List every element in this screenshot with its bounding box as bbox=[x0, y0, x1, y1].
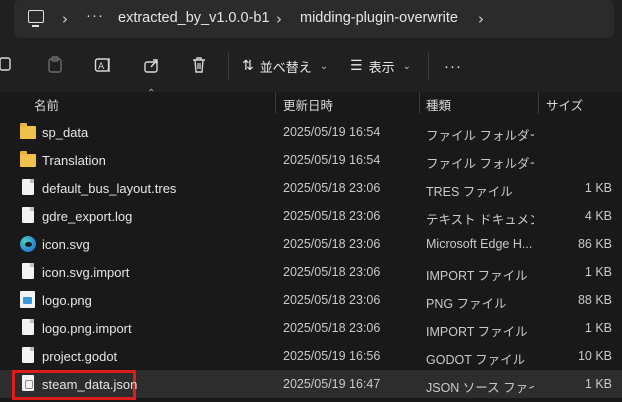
file-list: sp_data 2025/05/19 16:54 ファイル フォルダー Tran… bbox=[0, 118, 622, 400]
delete-icon[interactable] bbox=[190, 56, 208, 74]
file-type: JSON ソース ファイル bbox=[426, 381, 534, 395]
file-size: 1 KB bbox=[584, 377, 612, 391]
file-name: logo.png.import bbox=[42, 321, 132, 336]
file-size: 1 KB bbox=[584, 181, 612, 195]
file-row[interactable]: default_bus_layout.tres 2025/05/18 23:06… bbox=[0, 174, 622, 202]
chevron-down-icon: ⌄ bbox=[319, 60, 329, 72]
file-name: icon.svg bbox=[42, 237, 90, 252]
file-type: TRES ファイル bbox=[426, 185, 513, 199]
sort-label: 並べ替え bbox=[259, 59, 312, 75]
file-name: project.godot bbox=[42, 349, 118, 364]
file-name: gdre_export.log bbox=[42, 209, 133, 224]
file-date: 2025/05/18 23:06 bbox=[283, 293, 381, 307]
json-icon bbox=[20, 375, 36, 393]
view-button[interactable]: ☰ 表示 ⌄ bbox=[350, 56, 411, 76]
file-size: 88 KB bbox=[577, 293, 612, 307]
image-icon bbox=[20, 291, 36, 309]
file-date: 2025/05/19 16:47 bbox=[283, 377, 381, 391]
file-icon bbox=[20, 179, 36, 197]
file-date: 2025/05/18 23:06 bbox=[283, 265, 381, 279]
column-header-name[interactable]: 名前 bbox=[34, 95, 59, 114]
file-size: 10 KB bbox=[577, 349, 612, 363]
file-size: 4 KB bbox=[584, 209, 612, 223]
edge-icon bbox=[20, 235, 36, 253]
toolbar-divider bbox=[228, 52, 229, 80]
file-row[interactable]: logo.png.import 2025/05/18 23:06 IMPORT … bbox=[0, 314, 622, 342]
file-row[interactable]: project.godot 2025/05/19 16:56 GODOT ファイ… bbox=[0, 342, 622, 370]
more-options-button[interactable]: ··· bbox=[444, 56, 462, 76]
file-type: テキスト ドキュメント bbox=[426, 213, 534, 227]
file-date: 2025/05/19 16:56 bbox=[283, 349, 381, 363]
column-header-date[interactable]: 更新日時 bbox=[283, 95, 333, 114]
paste-icon[interactable] bbox=[46, 56, 64, 74]
column-header-type[interactable]: 種類 bbox=[426, 95, 451, 114]
column-header-row: ⌃ 名前 更新日時 種類 サイズ bbox=[0, 88, 622, 114]
file-name: default_bus_layout.tres bbox=[42, 181, 177, 196]
this-pc-icon[interactable] bbox=[28, 10, 44, 27]
file-type: GODOT ファイル bbox=[426, 353, 526, 367]
svg-text:A: A bbox=[98, 62, 105, 72]
share-icon[interactable] bbox=[143, 56, 161, 74]
toolbar-divider bbox=[428, 52, 429, 80]
file-type: ファイル フォルダー bbox=[426, 129, 534, 143]
file-size: 1 KB bbox=[584, 321, 612, 335]
file-type: IMPORT ファイル bbox=[426, 325, 528, 339]
file-date: 2025/05/19 16:54 bbox=[283, 125, 381, 139]
chevron-right-icon[interactable]: › bbox=[276, 10, 282, 28]
file-date: 2025/05/18 23:06 bbox=[283, 321, 381, 335]
view-label: 表示 bbox=[368, 59, 395, 75]
file-name: sp_data bbox=[42, 125, 89, 140]
column-header-size[interactable]: サイズ bbox=[546, 95, 583, 114]
view-icon: ☰ bbox=[350, 58, 363, 74]
command-bar: A ⇅ 並べ替え ⌄ ☰ 表示 ⌄ ··· bbox=[0, 38, 622, 92]
sort-ascending-icon: ⌃ bbox=[147, 88, 156, 99]
sort-button[interactable]: ⇅ 並べ替え ⌄ bbox=[242, 56, 328, 76]
address-bar: › ··· extracted_by_v1.0.0-b1 › midding-p… bbox=[0, 0, 622, 38]
column-divider[interactable] bbox=[275, 92, 276, 114]
sort-icon: ⇅ bbox=[242, 58, 254, 74]
file-row[interactable]: logo.png 2025/05/18 23:06 PNG ファイル 88 KB bbox=[0, 286, 622, 314]
file-type: IMPORT ファイル bbox=[426, 269, 528, 283]
file-row[interactable]: icon.svg 2025/05/18 23:06 Microsoft Edge… bbox=[0, 230, 622, 258]
file-row[interactable]: icon.svg.import 2025/05/18 23:06 IMPORT … bbox=[0, 258, 622, 286]
breadcrumb-overflow-button[interactable]: ··· bbox=[86, 7, 104, 24]
folder-icon bbox=[20, 123, 36, 141]
file-date: 2025/05/18 23:06 bbox=[283, 209, 381, 223]
chevron-right-icon[interactable]: › bbox=[62, 10, 68, 28]
file-type: Microsoft Edge H... bbox=[426, 237, 533, 251]
file-icon bbox=[20, 347, 36, 365]
chevron-down-icon: ⌄ bbox=[402, 60, 411, 72]
file-size: 86 KB bbox=[577, 237, 612, 251]
file-name: steam_data.json bbox=[42, 377, 138, 392]
file-row-selected[interactable]: steam_data.json 2025/05/19 16:47 JSON ソー… bbox=[0, 370, 622, 400]
rename-icon[interactable]: A bbox=[94, 56, 112, 74]
file-name: icon.svg.import bbox=[42, 265, 130, 280]
folder-icon bbox=[20, 151, 36, 169]
file-icon bbox=[20, 319, 36, 337]
file-icon bbox=[20, 263, 36, 281]
file-row[interactable]: sp_data 2025/05/19 16:54 ファイル フォルダー bbox=[0, 118, 622, 146]
chevron-right-icon[interactable]: › bbox=[478, 10, 484, 28]
column-divider[interactable] bbox=[538, 92, 539, 114]
file-name: logo.png bbox=[42, 293, 92, 308]
file-icon bbox=[20, 207, 36, 225]
file-type: ファイル フォルダー bbox=[426, 157, 534, 171]
file-row[interactable]: Translation 2025/05/19 16:54 ファイル フォルダー bbox=[0, 146, 622, 174]
column-divider[interactable] bbox=[419, 92, 420, 114]
file-row[interactable]: gdre_export.log 2025/05/18 23:06 テキスト ドキ… bbox=[0, 202, 622, 230]
file-size: 1 KB bbox=[584, 265, 612, 279]
file-date: 2025/05/18 23:06 bbox=[283, 181, 381, 195]
copy-icon[interactable] bbox=[0, 56, 14, 74]
file-name: Translation bbox=[42, 153, 106, 168]
file-date: 2025/05/18 23:06 bbox=[283, 237, 381, 251]
breadcrumb-item[interactable]: extracted_by_v1.0.0-b1 bbox=[118, 10, 270, 26]
file-type: PNG ファイル bbox=[426, 297, 507, 311]
file-date: 2025/05/19 16:54 bbox=[283, 153, 381, 167]
breadcrumb-item[interactable]: midding-plugin-overwrite bbox=[300, 10, 458, 26]
